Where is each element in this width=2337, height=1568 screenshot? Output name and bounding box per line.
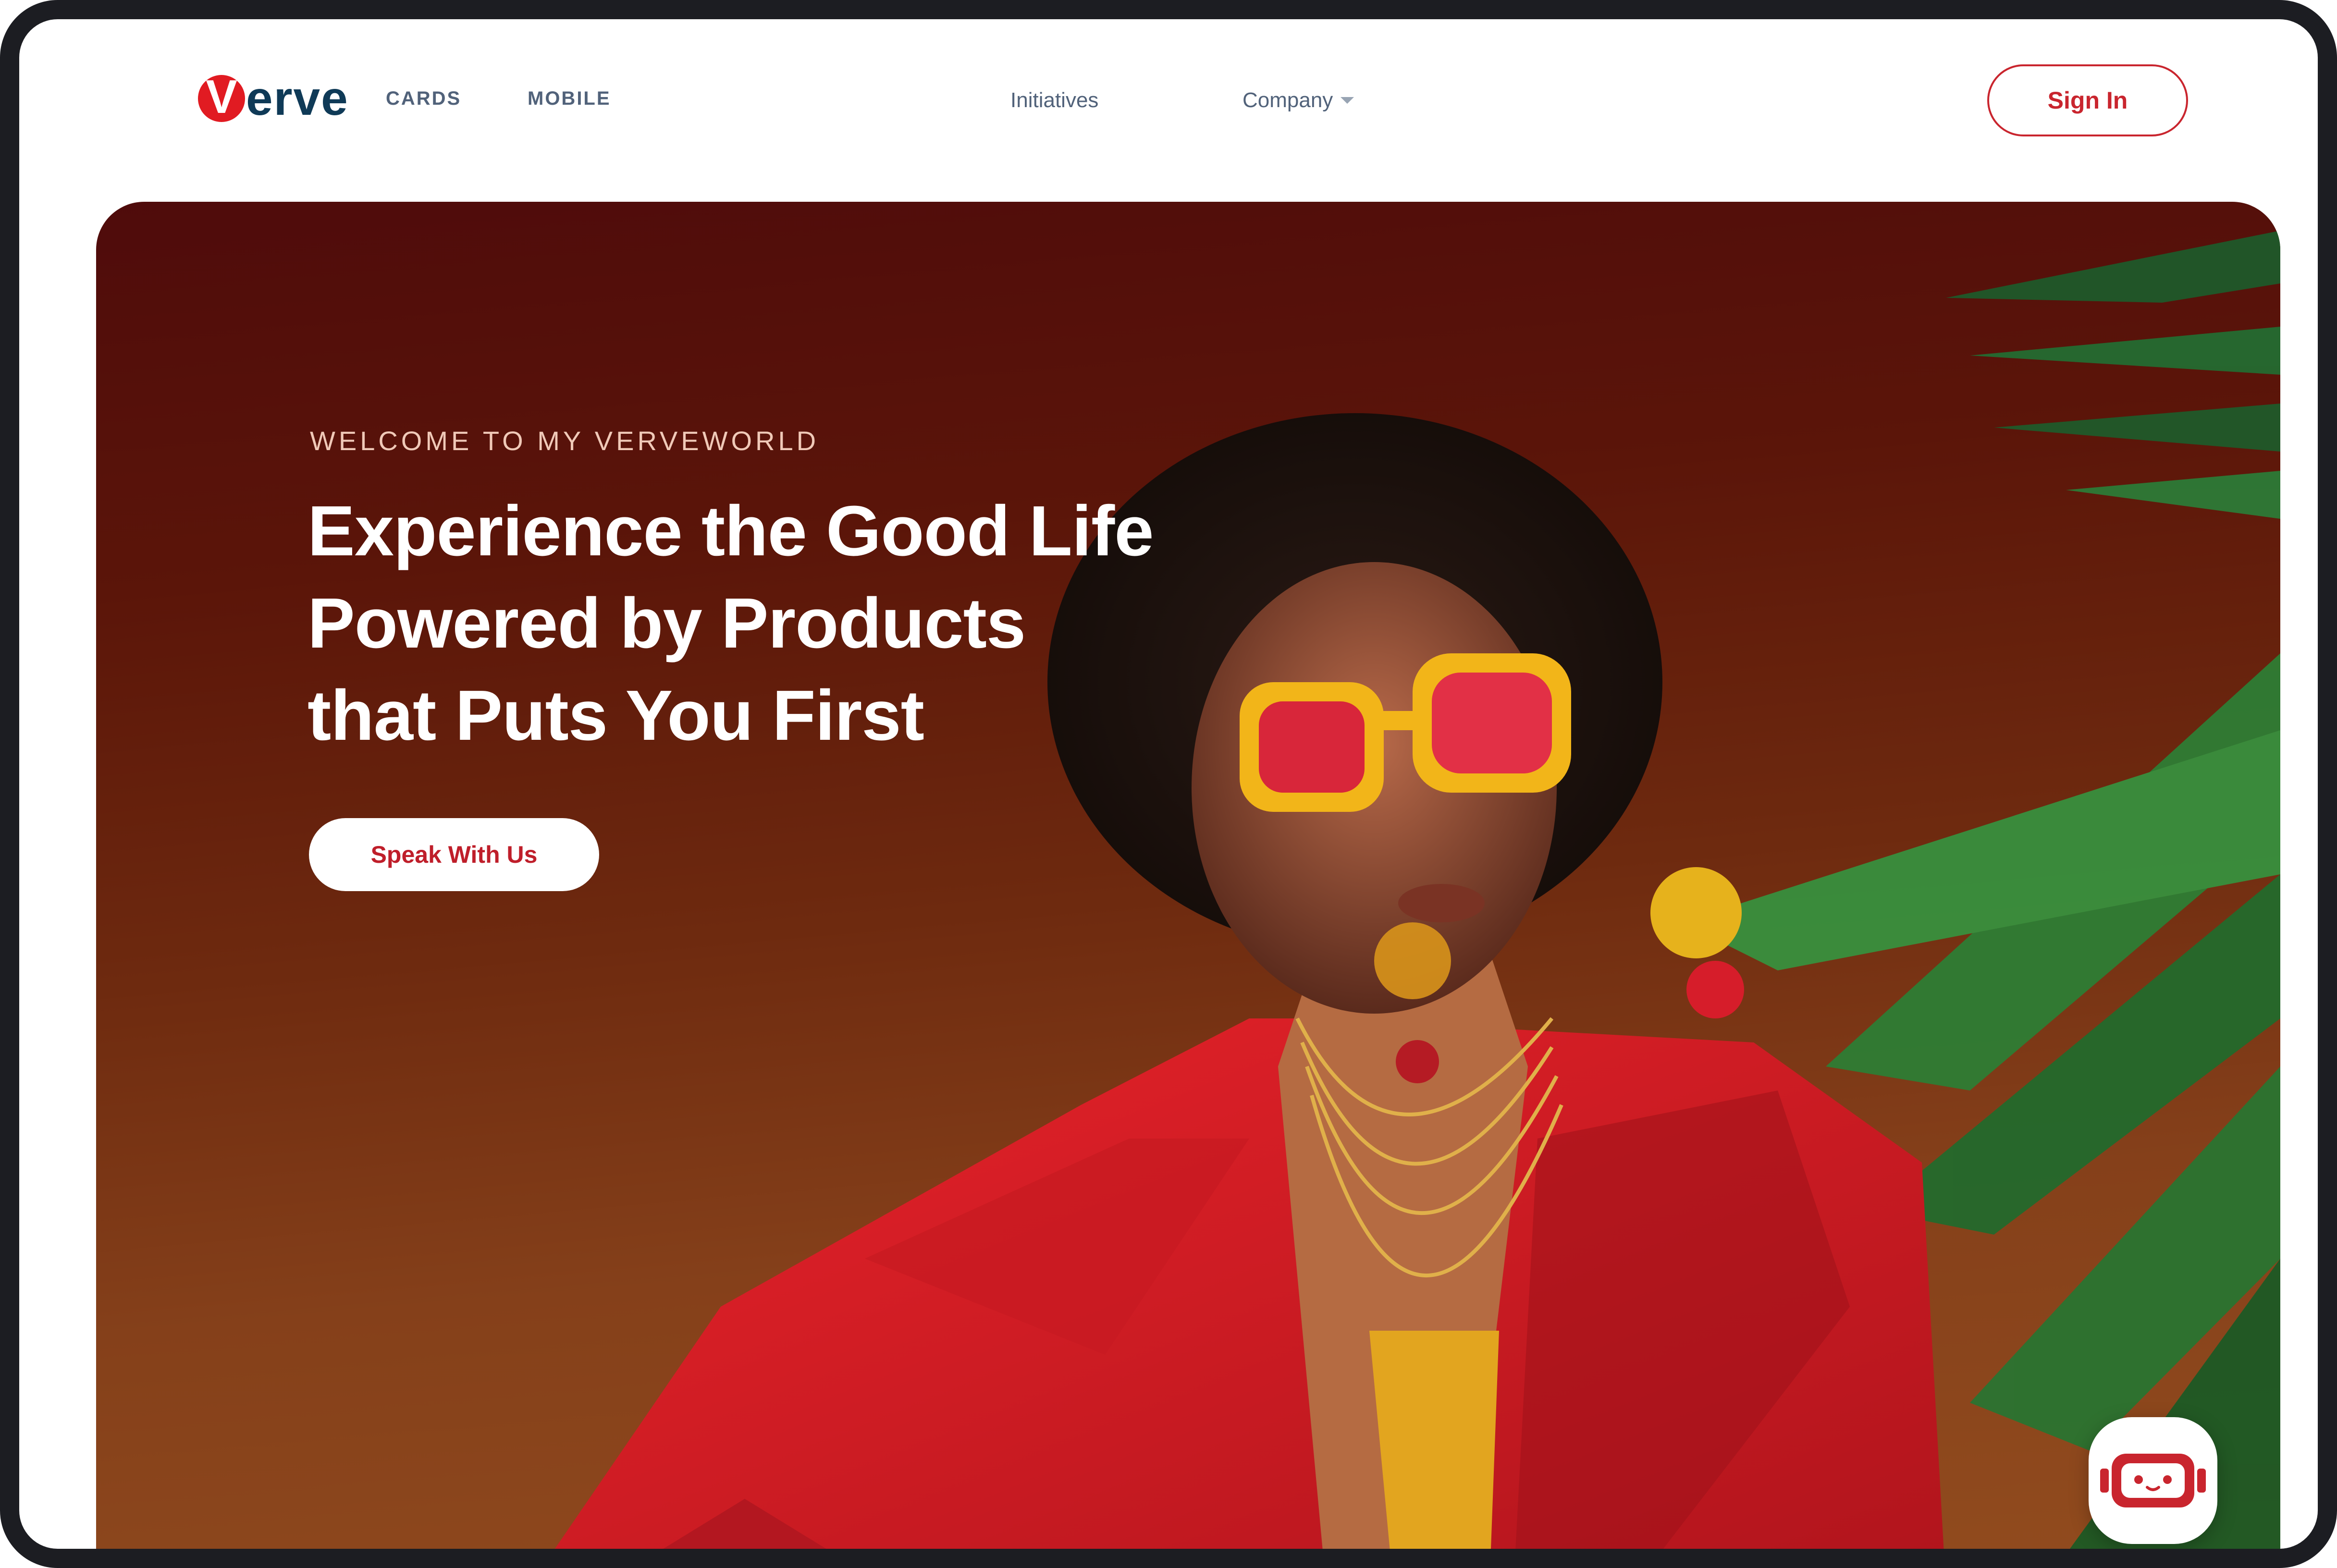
nav-link-cards[interactable]: CARDS: [386, 88, 461, 110]
chevron-down-icon: [1341, 97, 1354, 104]
hero-banner: WELCOME TO MY VERVEWORLD Experience the …: [96, 202, 2280, 1549]
headline-line-3: that Puts You First: [308, 676, 924, 755]
chatbot-launcher[interactable]: [2089, 1417, 2217, 1544]
speak-with-us-button[interactable]: Speak With Us: [309, 818, 599, 891]
device-frame: V erve CARDS MOBILE Initiatives Company …: [0, 0, 2337, 1568]
top-navigation: V erve CARDS MOBILE Initiatives Company …: [19, 19, 2318, 183]
hero-headline: Experience the Good Life Powered by Prod…: [308, 485, 1220, 762]
sign-in-button[interactable]: Sign In: [1987, 64, 2188, 136]
logo-wordmark: erve: [246, 71, 349, 125]
robot-face-icon: [2100, 1454, 2206, 1507]
nav-link-mobile[interactable]: MOBILE: [528, 88, 611, 110]
hero-eyebrow: WELCOME TO MY VERVEWORLD: [310, 426, 820, 456]
headline-line-1: Experience the Good Life: [308, 491, 1154, 571]
verve-logo[interactable]: V erve: [198, 67, 349, 130]
nav-link-initiatives[interactable]: Initiatives: [1010, 88, 1098, 112]
nav-dropdown-company[interactable]: Company: [1242, 88, 1354, 112]
headline-line-2: Powered by Products: [308, 584, 1026, 663]
logo-mark: V: [198, 73, 245, 122]
nav-company-label: Company: [1242, 88, 1333, 112]
